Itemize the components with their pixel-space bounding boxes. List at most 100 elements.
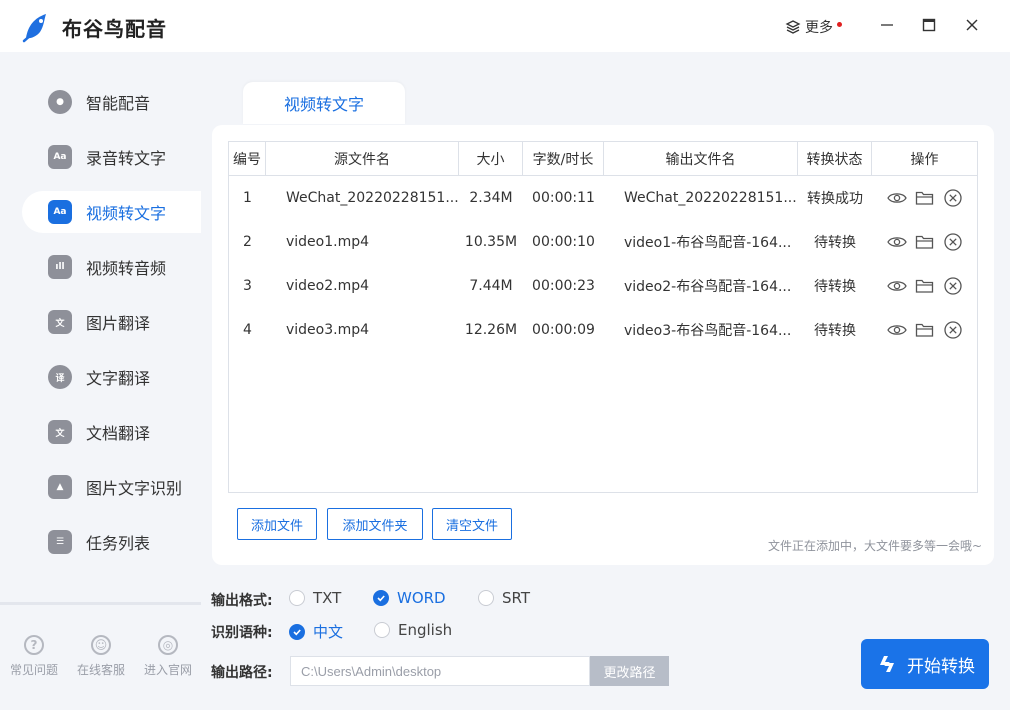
sidebar-item-label: 录音转文字 [86, 149, 167, 168]
format-radio-word[interactable]: WORD [373, 589, 446, 607]
sidebar-item-video-to-text[interactable]: Aa 视频转文字 [22, 191, 201, 233]
language-radio-english[interactable]: English [374, 621, 452, 639]
table-header: 编号 源文件名 大小 字数/时长 输出文件名 转换状态 操作 [229, 142, 977, 176]
sidebar: ● 智能配音 Aa 录音转文字 Aa 视频转文字 ıll 视频转音频 文 图片翻… [0, 52, 201, 710]
planet-icon: ◎ [158, 635, 178, 655]
cell-no: 2 [243, 234, 252, 250]
cell-actions [872, 308, 977, 352]
sidebar-item-smart-dubbing[interactable]: ● 智能配音 [22, 81, 201, 123]
radio-circle [478, 590, 494, 606]
language-label: 识别语种: [211, 625, 273, 641]
support-label: 在线客服 [76, 663, 125, 677]
header-duration: 字数/时长 [523, 142, 604, 175]
sidebar-item-image-translate[interactable]: 文 图片翻译 [22, 301, 201, 343]
support-link[interactable]: ☺ 在线客服 [71, 635, 131, 678]
maximize-button[interactable] [918, 14, 940, 36]
more-button[interactable]: 更多 [785, 17, 842, 37]
cell-size: 10.35M [464, 234, 518, 250]
table-row: 4 video3.mp4 12.26M 00:00:09 video3-布谷鸟配音-16… [229, 308, 977, 352]
close-icon [966, 19, 978, 31]
preview-eye-icon[interactable] [886, 320, 907, 340]
text-translate-icon: 译 [48, 365, 72, 389]
remove-circle-icon[interactable] [943, 276, 963, 296]
cell-status: 待转换 [814, 323, 856, 339]
table-row: 3 video2.mp4 7.44M 00:00:23 video2-布谷鸟配音-164… [229, 264, 977, 308]
image-translate-icon: 文 [48, 310, 72, 334]
output-path-field[interactable]: C:\Users\Admin\desktop [290, 656, 590, 686]
cell-size: 2.34M [469, 190, 513, 206]
sidebar-divider [0, 602, 201, 605]
ocr-icon: ▲ [48, 475, 72, 499]
format-radio-txt[interactable]: TXT [289, 589, 341, 607]
open-folder-icon[interactable] [915, 188, 935, 208]
format-txt-label: TXT [313, 589, 342, 607]
sidebar-item-ocr[interactable]: ▲ 图片文字识别 [22, 466, 201, 508]
loading-hint: 文件正在添加中，大文件要多等一会哦~ [767, 539, 982, 553]
remove-circle-icon[interactable] [943, 320, 963, 340]
preview-eye-icon[interactable] [886, 276, 907, 296]
cell-duration: 00:00:11 [532, 190, 595, 206]
video-text-icon: Aa [48, 200, 72, 224]
faq-link[interactable]: ? 常见问题 [4, 635, 64, 678]
cell-status: 转换成功 [807, 191, 863, 207]
cell-actions [872, 220, 977, 264]
minimize-icon [881, 24, 893, 26]
sidebar-item-label: 图片翻译 [86, 314, 151, 333]
cell-source: video3.mp4 [286, 322, 370, 338]
format-word-label: WORD [397, 589, 446, 607]
app-title: 布谷鸟配音 [62, 17, 167, 41]
open-folder-icon[interactable] [915, 320, 935, 340]
format-radio-srt[interactable]: SRT [478, 589, 530, 607]
question-icon: ? [24, 635, 44, 655]
cell-no: 4 [243, 322, 252, 338]
open-folder-icon[interactable] [915, 232, 935, 252]
preview-eye-icon[interactable] [886, 232, 907, 252]
website-link[interactable]: ◎ 进入官网 [138, 635, 198, 678]
start-convert-button[interactable]: 开始转换 [861, 639, 989, 689]
radio-circle [289, 590, 305, 606]
file-table: 编号 源文件名 大小 字数/时长 输出文件名 转换状态 操作 1 WeChat_2… [228, 141, 978, 493]
cell-source: WeChat_20220228151... [286, 190, 459, 206]
header-output: 输出文件名 [604, 142, 798, 175]
tab-video-to-text[interactable]: 视频转文字 [243, 82, 405, 124]
sidebar-item-document-translate[interactable]: 文 文档翻译 [22, 411, 201, 453]
file-panel: 编号 源文件名 大小 字数/时长 输出文件名 转换状态 操作 1 WeChat_2… [212, 125, 994, 565]
document-translate-icon: 文 [48, 420, 72, 444]
radio-circle [374, 622, 390, 638]
header-actions: 操作 [910, 151, 939, 168]
checkmark-icon [373, 590, 389, 606]
sidebar-item-label: 任务列表 [86, 534, 151, 553]
cell-size: 12.26M [464, 322, 518, 338]
language-radio-chinese[interactable]: 中文 [289, 621, 343, 642]
cell-no: 1 [243, 190, 252, 206]
preview-eye-icon[interactable] [886, 188, 907, 208]
add-folder-button[interactable]: 添加文件夹 [327, 508, 423, 540]
audio-text-icon: Aa [48, 145, 72, 169]
cell-output: video2-布谷鸟配音-164... [624, 279, 792, 295]
close-button[interactable] [961, 14, 983, 36]
cell-no: 3 [243, 278, 252, 294]
sidebar-item-video-to-audio[interactable]: ıll 视频转音频 [22, 246, 201, 288]
cell-status: 待转换 [814, 235, 856, 251]
remove-circle-icon[interactable] [943, 188, 963, 208]
output-path-label: 输出路径: [211, 665, 273, 681]
cell-duration: 00:00:10 [532, 234, 595, 250]
cell-output: video3-布谷鸟配音-164... [624, 323, 792, 339]
sidebar-item-task-list[interactable]: ☰ 任务列表 [22, 521, 201, 563]
faq-label: 常见问题 [9, 663, 58, 677]
checkmark-icon [289, 623, 305, 640]
open-folder-icon[interactable] [915, 276, 935, 296]
language-english-label: English [398, 621, 453, 639]
clear-files-button[interactable]: 清空文件 [432, 508, 512, 540]
header-source: 源文件名 [266, 142, 459, 175]
cell-output: video1-布谷鸟配音-164... [624, 235, 792, 251]
sidebar-item-text-translate[interactable]: 译 文字翻译 [22, 356, 201, 398]
cell-actions [872, 176, 977, 220]
remove-circle-icon[interactable] [943, 232, 963, 252]
minimize-button[interactable] [876, 14, 898, 36]
add-file-button[interactable]: 添加文件 [237, 508, 317, 540]
sidebar-item-audio-to-text[interactable]: Aa 录音转文字 [22, 136, 201, 178]
layers-icon [785, 20, 801, 34]
table-row: 2 video1.mp4 10.35M 00:00:10 video1-布谷鸟配音-16… [229, 220, 977, 264]
change-path-button[interactable]: 更改路径 [590, 656, 669, 686]
